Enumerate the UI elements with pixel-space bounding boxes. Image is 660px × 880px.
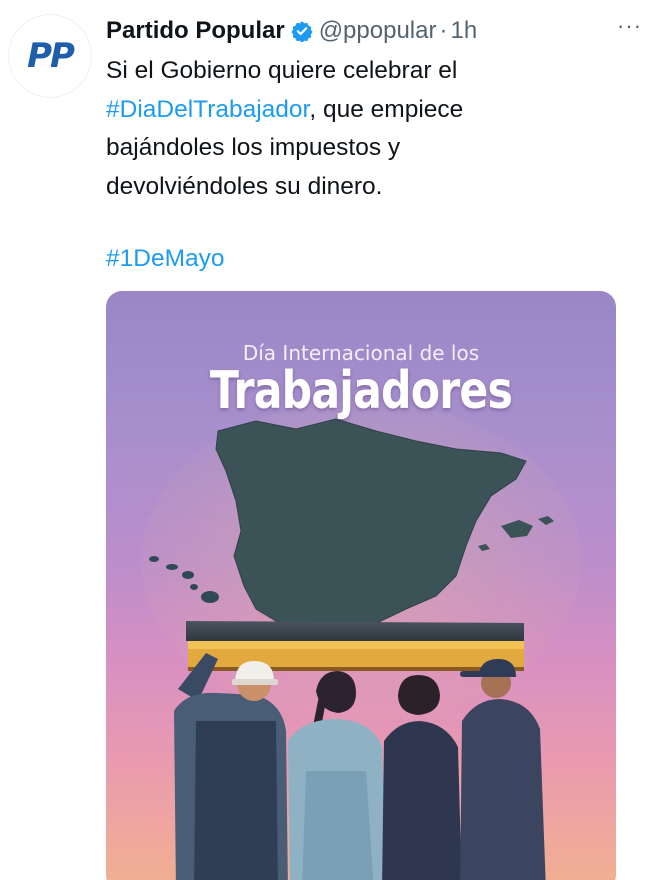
tweet-text-line-3: bajándoles los impuestos y bbox=[106, 134, 401, 161]
verified-badge-icon bbox=[291, 21, 313, 42]
tweet-text-line-1: Si el Gobierno quiere celebrar el bbox=[106, 57, 458, 84]
pp-logo: PP bbox=[27, 36, 75, 76]
separator-dot: · bbox=[439, 17, 448, 44]
tweet-text: Si el Gobierno quiere celebrar el #DiaDe… bbox=[106, 52, 646, 206]
tweet-text-line-2: #DiaDelTrabajador, que empiece bbox=[106, 91, 646, 130]
tweet-text-line-2-rest: , que empiece bbox=[309, 95, 464, 123]
hashtag-link[interactable]: #DiaDelTrabajador bbox=[106, 96, 309, 123]
handle[interactable]: @ppopular bbox=[319, 17, 437, 45]
poster-title: Trabajadores bbox=[209, 361, 513, 421]
timestamp[interactable]: 1h bbox=[450, 17, 477, 45]
tweet-text-line-4: devolviéndoles su dinero. bbox=[106, 172, 383, 200]
hashtag-1demayo-link[interactable]: #1DeMayo bbox=[106, 240, 224, 278]
more-options-icon[interactable]: ··· bbox=[617, 15, 642, 37]
stone-slab bbox=[186, 621, 524, 671]
avatar[interactable]: PP bbox=[8, 14, 92, 98]
display-name[interactable]: Partido Popular bbox=[106, 17, 285, 45]
tweet-header: Partido Popular @ppopular · 1h ··· bbox=[106, 14, 648, 48]
tweet-media-image[interactable]: Día Internacional de los Trabajadores bbox=[106, 291, 616, 880]
